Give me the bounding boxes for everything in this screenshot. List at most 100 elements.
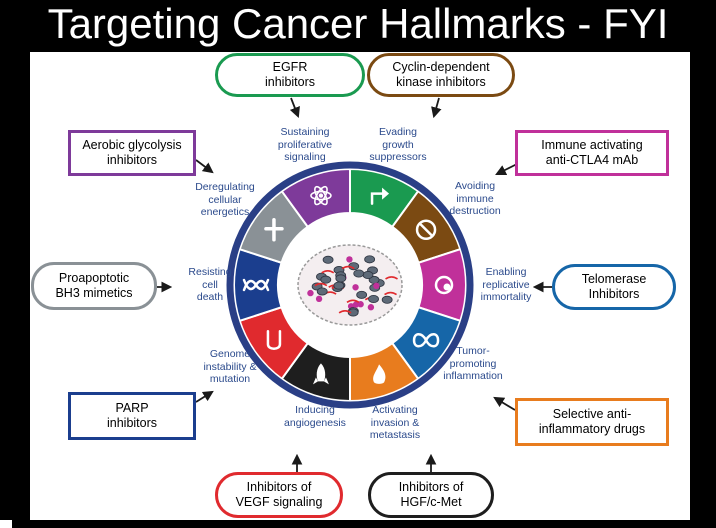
drug-box-text: Inhibitors of HGF/c-Met bbox=[399, 480, 464, 510]
drug-box-text-line: inhibitors bbox=[106, 416, 158, 430]
hallmark-label-line: mutation bbox=[209, 373, 251, 385]
hallmark-label-line: Genome bbox=[209, 348, 251, 360]
drug-arrow bbox=[495, 163, 518, 175]
tumor-cell bbox=[335, 274, 347, 283]
hallmark-label-line: Sustaining bbox=[280, 126, 330, 138]
hallmark-label-line: Inducing bbox=[295, 404, 335, 416]
hallmark-label-line: Avoiding bbox=[454, 180, 496, 192]
drug-box-text-line: PARP bbox=[115, 401, 149, 415]
immune-cell bbox=[373, 282, 380, 290]
drug-box-text-line: Cyclin-dependent bbox=[392, 60, 490, 74]
drug-box-text-line: kinase inhibitors bbox=[396, 75, 486, 89]
tumor-cell bbox=[356, 290, 368, 299]
drug-box-text: EGFR inhibitors bbox=[265, 60, 315, 90]
drug-box-ctla4: Immune activating anti-CTLA4 mAb bbox=[515, 130, 669, 176]
hallmark-label-line: inflammation bbox=[443, 370, 503, 382]
hallmark-label-line: immune bbox=[456, 192, 494, 205]
hallmark-label-line: metastasis bbox=[369, 429, 421, 441]
hallmark-label-line: Resisting bbox=[188, 266, 232, 278]
hallmark-label-genome: Genome instability & mutation bbox=[185, 348, 275, 386]
tumor-center bbox=[297, 244, 403, 326]
slide-edge-mark bbox=[0, 520, 12, 528]
drug-box-text-line: Proapoptotic bbox=[58, 271, 130, 285]
drug-box-text: Inhibitors of VEGF signaling bbox=[236, 480, 323, 510]
hallmark-label-immune: Avoiding immune destruction bbox=[430, 180, 520, 218]
drug-box-parp: PARP inhibitors bbox=[68, 392, 196, 440]
drug-box-text: Proapoptotic BH3 mimetics bbox=[55, 271, 132, 301]
hallmark-label-line: Tumor- bbox=[456, 345, 490, 357]
drug-box-text-line: Inhibitors bbox=[588, 287, 640, 301]
hallmark-label-growth: Evading growth suppressors bbox=[353, 126, 443, 164]
drug-box-hgf: Inhibitors of HGF/c-Met bbox=[368, 472, 494, 518]
hallmark-label-line: destruction bbox=[449, 205, 501, 217]
drug-box-antiinflam: Selective anti-inflammatory drugs bbox=[515, 398, 669, 446]
tumor-cell bbox=[362, 271, 374, 280]
hallmark-label-angiogenesis: Inducing angiogenesis bbox=[270, 404, 360, 429]
drug-arrow bbox=[195, 390, 214, 403]
drug-arrow bbox=[493, 396, 516, 411]
hallmark-label-immortality: Enabling replicative immortality bbox=[466, 266, 546, 304]
immune-cell bbox=[367, 304, 375, 311]
drug-box-text-line: EGFR bbox=[272, 60, 308, 74]
tumor-cell bbox=[381, 295, 393, 304]
drug-box-text-line: Selective anti- bbox=[552, 407, 632, 421]
drug-box-cdk: Cyclin-dependent kinase inhibitors bbox=[367, 53, 515, 97]
drug-box-text-line: Inhibitors of bbox=[398, 480, 464, 494]
drug-box-text: Aerobic glycolysis inhibitors bbox=[82, 138, 181, 168]
drug-box-text: Telomerase Inhibitors bbox=[582, 272, 647, 302]
hallmark-label-proliferative: Sustaining proliferative signaling bbox=[260, 126, 350, 164]
immune-cell bbox=[315, 295, 323, 303]
drug-box-text-line: inhibitors bbox=[264, 75, 316, 89]
drug-box-text-line: HGF/c-Met bbox=[400, 495, 462, 509]
hallmark-label-line: invasion & bbox=[370, 416, 420, 429]
page-title: Targeting Cancer Hallmarks - FYI bbox=[47, 0, 669, 47]
hallmark-label-line: Activating bbox=[372, 404, 418, 416]
hallmark-label-line: instability & bbox=[203, 360, 257, 373]
drug-box-text-line: inflammatory drugs bbox=[538, 422, 646, 436]
drug-box-text-line: BH3 mimetics bbox=[55, 286, 133, 300]
hallmark-label-energetics: Deregulating cellular energetics bbox=[180, 181, 270, 219]
tumor-cell bbox=[368, 295, 379, 304]
tumor-cell bbox=[320, 275, 332, 284]
immune-cell bbox=[352, 284, 359, 291]
drug-box-egfr: EGFR inhibitors bbox=[215, 53, 365, 97]
tumor-cell bbox=[322, 255, 334, 264]
tumor-cell bbox=[364, 255, 376, 264]
drug-box-text-line: Inhibitors of bbox=[246, 480, 312, 494]
hallmark-label-line: promoting bbox=[449, 357, 497, 370]
hallmark-label-line: Deregulating bbox=[195, 181, 255, 193]
diagram-panel: EGFR inhibitors Cyclin-dependent kinase in… bbox=[30, 52, 690, 520]
drug-box-text-line: Immune activating bbox=[541, 138, 643, 152]
drug-arrow bbox=[289, 97, 300, 119]
hallmark-label-line: Evading bbox=[379, 126, 417, 138]
drug-box-text: Cyclin-dependent kinase inhibitors bbox=[392, 60, 489, 90]
hallmark-label-line: death bbox=[196, 291, 224, 303]
drug-box-text: Immune activating anti-CTLA4 mAb bbox=[541, 138, 642, 168]
drug-box-text-line: anti-CTLA4 mAb bbox=[545, 153, 639, 167]
hallmark-label-line: suppressors bbox=[369, 151, 427, 163]
drug-box-vegf: Inhibitors of VEGF signaling bbox=[215, 472, 343, 518]
hallmark-label-line: proliferative bbox=[277, 138, 333, 151]
hallmark-label-line: energetics bbox=[200, 206, 250, 218]
drug-box-text: PARP inhibitors bbox=[107, 401, 157, 431]
hallmark-label-line: replicative bbox=[482, 278, 530, 291]
drug-box-text-line: VEGF signaling bbox=[235, 495, 323, 509]
drug-box-glycolysis: Aerobic glycolysis inhibitors bbox=[68, 130, 196, 176]
drug-box-bh3: Proapoptotic BH3 mimetics bbox=[31, 262, 157, 310]
hallmark-label-line: signaling bbox=[284, 151, 326, 163]
drug-box-text: Selective anti-inflammatory drugs bbox=[539, 407, 645, 437]
hallmark-label-line: cellular bbox=[208, 193, 242, 206]
hallmark-label-line: cell bbox=[202, 278, 218, 291]
hallmark-label-inflammation: Tumor-promoting inflammation bbox=[428, 345, 518, 383]
hallmark-label-metastasis: Activating invasion & metastasis bbox=[350, 404, 440, 442]
drug-arrow bbox=[195, 159, 214, 174]
tumor-cell bbox=[316, 287, 328, 296]
hallmark-label-line: angiogenesis bbox=[284, 416, 346, 429]
drug-arrow bbox=[431, 97, 442, 119]
hallmark-label-line: immortality bbox=[480, 291, 532, 303]
immune-cell bbox=[307, 289, 314, 297]
hallmark-label-death: Resisting cell death bbox=[170, 266, 250, 304]
tumor-cell bbox=[353, 269, 365, 278]
hallmark-label-line: Enabling bbox=[485, 266, 527, 278]
tumor-cell bbox=[333, 281, 345, 290]
